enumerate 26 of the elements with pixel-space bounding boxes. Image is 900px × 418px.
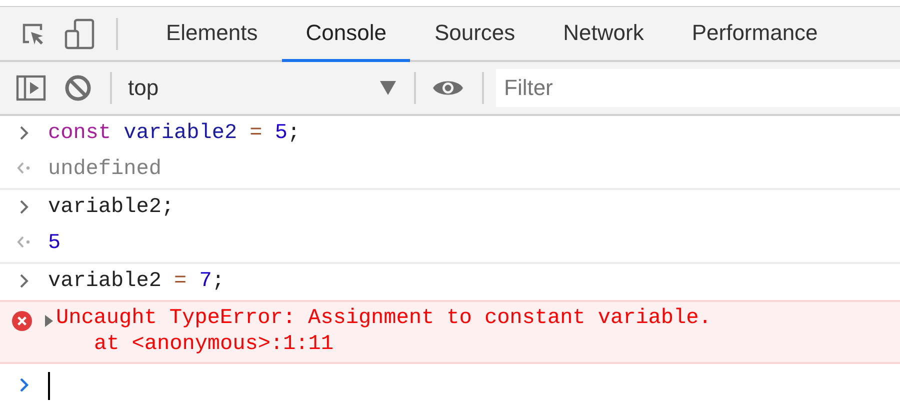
expand-triangle-icon[interactable] [44,315,54,327]
context-label: top [128,75,159,101]
code-line: const variable2 = 5; [48,121,300,147]
dropdown-caret-icon [380,81,396,95]
tab[interactable]: Network [539,7,668,62]
filter-field[interactable]: Filter [496,69,900,107]
tab[interactable]: Sources [410,7,540,62]
tab[interactable]: Elements [142,7,282,62]
prompt-chevron-icon [19,126,29,140]
result-arrow-icon [17,162,31,174]
prompt-chevron-icon [19,200,29,214]
context-dropdown[interactable]: top [128,75,396,101]
code-line: variable2; [48,195,174,221]
text-cursor [48,372,50,400]
code-line: variable2 = 7; [48,269,224,295]
tab[interactable]: Performance [668,7,842,62]
error-icon [12,311,32,331]
clear-icon[interactable] [64,74,92,102]
sidebar-toggle-icon[interactable] [16,75,46,101]
result-value: undefined [48,157,162,183]
result-arrow-icon [17,236,31,248]
prompt-chevron-icon [19,274,29,288]
stack-trace-line: at <anonymous>:1:11 [93,332,334,358]
result-value: 5 [48,231,61,257]
prompt-chevron-icon [19,378,29,392]
error-message: Uncaught TypeError: Assignment to constant variable. [56,306,712,332]
